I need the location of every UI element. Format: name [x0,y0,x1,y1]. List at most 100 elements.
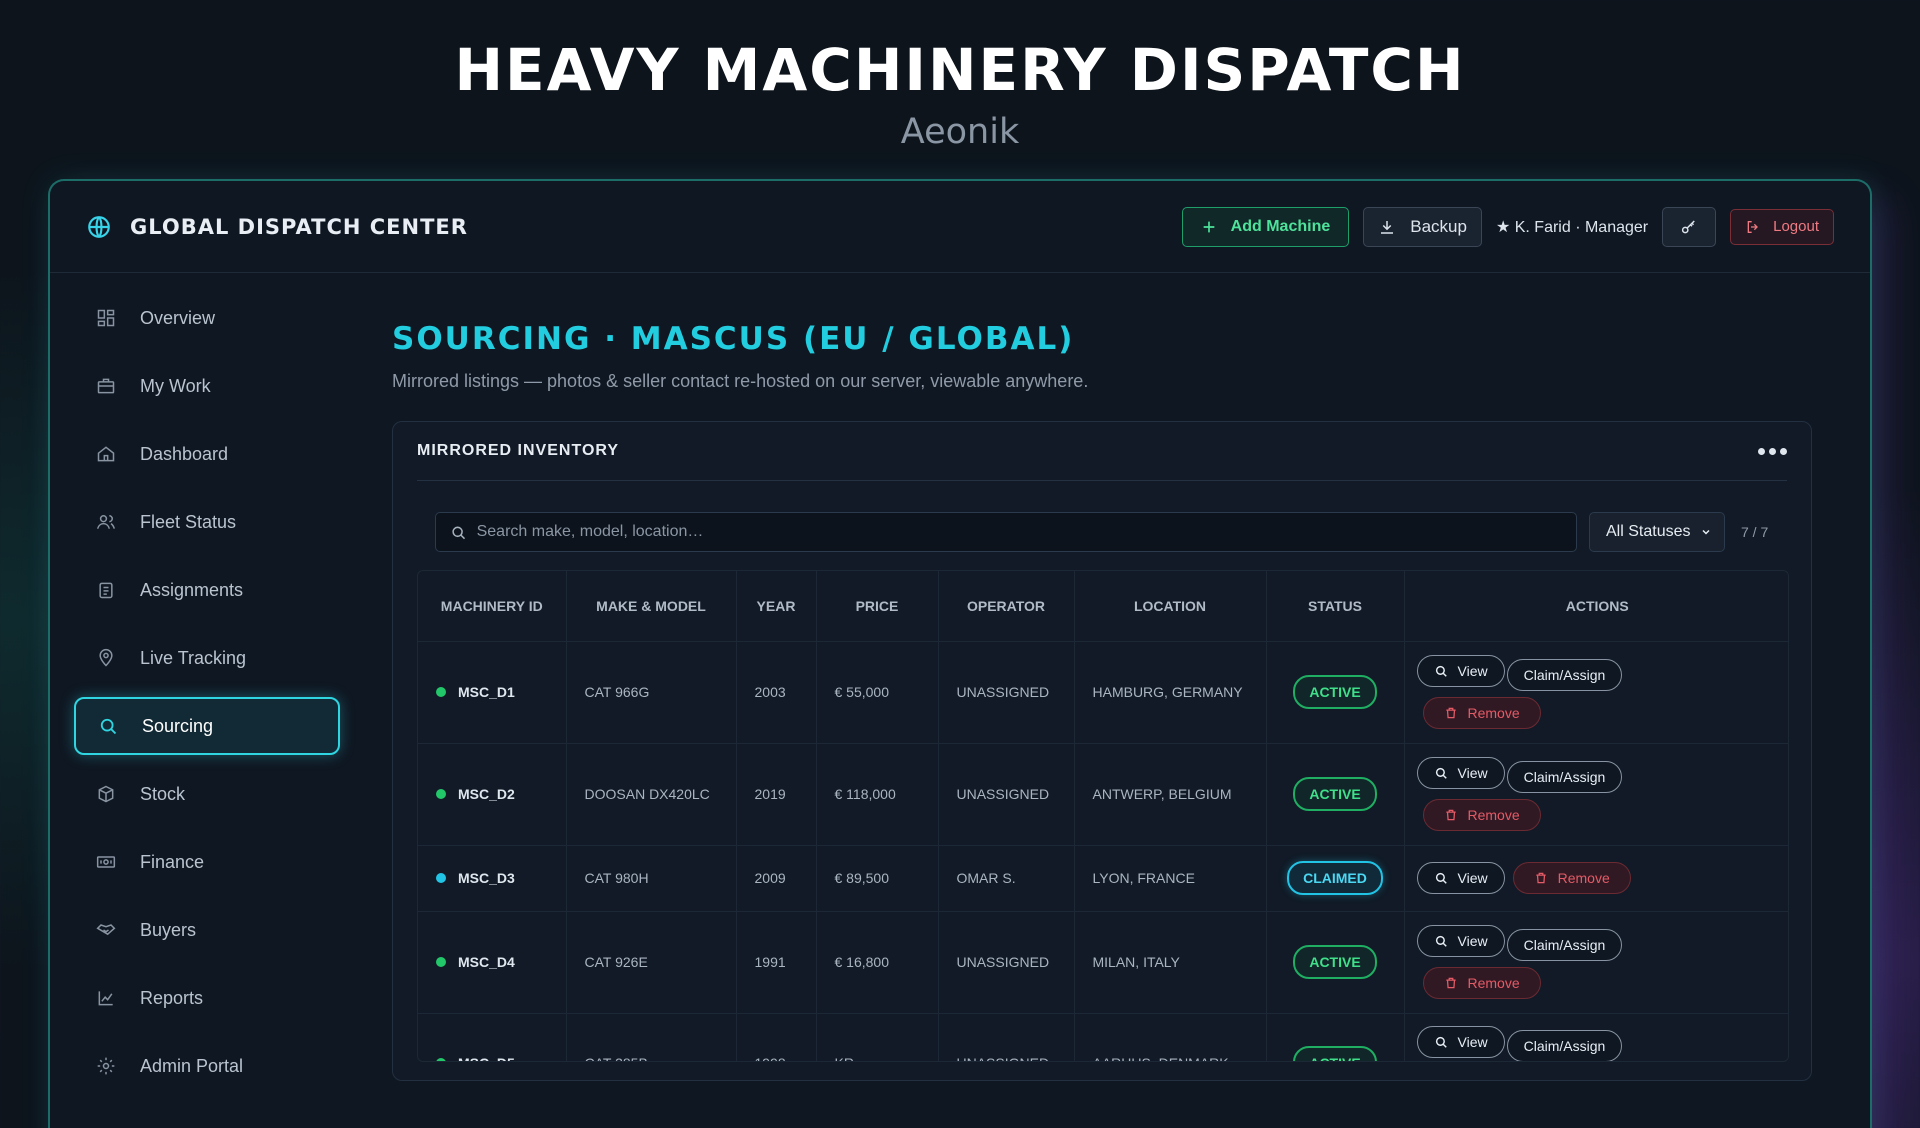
make-model: CAT 385B [566,1013,737,1061]
search-icon [1435,665,1447,677]
trash-icon [1445,707,1456,719]
view-label: View [1457,765,1488,781]
sidebar-item-label: Stock [140,783,186,804]
remove-button[interactable]: Remove [1422,799,1541,831]
result-count: 7 / 7 [1741,524,1769,540]
sidebar-item-my-work[interactable]: My Work [74,357,340,415]
sidebar-item-overview[interactable]: Overview [74,289,340,347]
operator: OMAR S. [938,845,1075,912]
home-icon [97,446,115,462]
trash-icon [1445,809,1456,821]
year: 2009 [736,845,817,912]
grid-icon [97,309,115,327]
status-dot [436,1058,446,1061]
clipboard-icon [99,582,113,599]
card-header: MIRRORED INVENTORY [417,422,1787,481]
filter-bar: All Statuses 7 / 7 [435,512,1769,552]
column-header[interactable]: MACHINERY ID [418,571,567,642]
remove-label: Remove [1467,975,1520,991]
operator: UNASSIGNED [938,1013,1075,1061]
machinery-id: MSC_D3 [458,870,515,886]
status-badge: ACTIVE [1293,777,1377,811]
view-button[interactable]: View [1416,925,1505,957]
hero-subtitle: Aeonik [900,112,1020,152]
remove-button[interactable]: Remove [1422,967,1541,999]
make-model: DOOSAN DX420LC [566,743,737,846]
claim-assign-button[interactable]: Claim/Assign [1506,761,1623,793]
status-filter-select[interactable]: All Statuses [1589,512,1725,552]
key-button[interactable] [1662,206,1717,247]
add-machine-button[interactable]: Add Machine [1181,206,1350,247]
column-header: ACTIONS [1404,571,1788,642]
sidebar-item-sourcing[interactable]: Sourcing [74,697,340,755]
sidebar-item-assignments[interactable]: Assignments [74,561,340,619]
backup-button[interactable]: Backup [1363,206,1482,247]
search-icon [100,718,117,735]
search-icon [1435,872,1447,884]
claim-assign-button[interactable]: Claim/Assign [1506,1030,1623,1061]
status-dot [436,957,446,967]
search-icon [1435,1036,1447,1048]
column-header[interactable]: LOCATION [1074,571,1267,642]
users-icon [96,515,116,529]
column-header[interactable]: PRICE [816,571,939,642]
search-icon [1435,767,1447,779]
claim-label: Claim/Assign [1523,667,1606,683]
view-button[interactable]: View [1416,655,1505,687]
year: 2019 [736,743,817,846]
page-title: SOURCING · MASCUS (EU / GLOBAL) [392,321,1075,357]
inventory-card: MIRRORED INVENTORY All Statuses 7 / 7 [392,421,1812,1081]
claim-label: Claim/Assign [1523,769,1606,785]
page-description: Mirrored listings — photos & seller cont… [392,371,1089,391]
table-row: MSC_D1 CAT 966G 2003 € 55,000 UNASSIGNED… [418,641,1788,744]
status-badge: ACTIVE [1293,675,1377,709]
sidebar-item-dashboard[interactable]: Dashboard [74,425,340,483]
sidebar-item-stock[interactable]: Stock [74,765,340,823]
view-button[interactable]: View [1416,862,1505,894]
sidebar-item-finance[interactable]: Finance [74,833,340,891]
year: 1998 [736,1013,817,1061]
card-title: MIRRORED INVENTORY [417,442,620,459]
column-header[interactable]: STATUS [1266,571,1405,642]
sidebar-item-label: Fleet Status [140,511,237,532]
column-header[interactable]: OPERATOR [938,571,1075,642]
table-row: MSC_D5 CAT 385B 1998 KR UNASSIGNED AARHU… [418,1013,1788,1061]
sidebar-item-label: Finance [140,851,205,872]
sidebar-item-admin-portal[interactable]: Admin Portal [74,1037,340,1095]
sidebar-item-live-tracking[interactable]: Live Tracking [74,629,340,687]
claim-assign-button[interactable]: Claim/Assign [1506,659,1623,691]
user-label: ★ K. Farid · Manager [1495,218,1649,236]
remove-label: Remove [1467,807,1520,823]
view-button[interactable]: View [1416,757,1505,789]
plus-icon [1203,221,1215,232]
location: LYON, FRANCE [1074,845,1267,912]
more-options-icon[interactable] [1758,447,1787,455]
add-machine-label: Add Machine [1230,217,1331,235]
claim-assign-button[interactable]: Claim/Assign [1506,929,1623,961]
table-row: MSC_D3 CAT 980H 2009 € 89,500 OMAR S. LY… [418,845,1788,912]
status-badge: ACTIVE [1293,1046,1377,1061]
remove-button[interactable]: Remove [1512,862,1631,894]
map-pin-icon [99,648,113,667]
inventory-table: MACHINERY ID MAKE & MODEL YEAR PRICE OPE… [417,570,1789,1062]
search-icon [1435,935,1447,947]
search-input[interactable] [476,523,1576,541]
machinery-id: MSC_D2 [458,786,515,802]
sidebar-item-reports[interactable]: Reports [74,969,340,1027]
logout-button[interactable]: Logout [1730,208,1834,245]
table-row: MSC_D4 CAT 926E 1991 € 16,800 UNASSIGNED… [418,911,1788,1014]
make-model: CAT 966G [566,641,737,744]
sidebar-item-label: Overview [140,307,216,328]
remove-button[interactable]: Remove [1422,697,1541,729]
sidebar-item-label: Admin Portal [140,1055,244,1076]
status-dot [436,789,446,799]
operator: UNASSIGNED [938,743,1075,846]
column-header[interactable]: YEAR [736,571,817,642]
gear-icon [97,1057,115,1075]
column-header[interactable]: MAKE & MODEL [566,571,737,642]
view-button[interactable]: View [1416,1026,1505,1058]
location: ANTWERP, BELGIUM [1074,743,1267,846]
sidebar-item-buyers[interactable]: Buyers [74,901,340,959]
sidebar-item-fleet-status[interactable]: Fleet Status [74,493,340,551]
claim-label: Claim/Assign [1523,937,1606,953]
